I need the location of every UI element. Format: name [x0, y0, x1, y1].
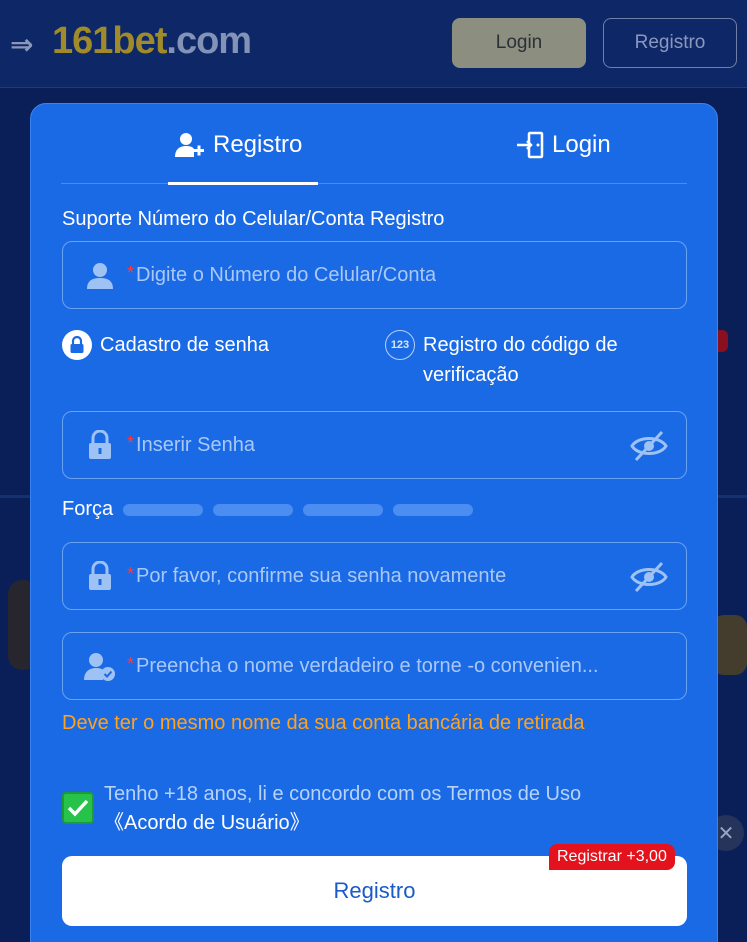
header-register-button[interactable]: Registro — [603, 18, 737, 68]
auth-tabs: Registro Login — [61, 104, 687, 185]
eye-off-icon[interactable] — [630, 560, 668, 594]
name-warning: Deve ter o mesmo nome da sua conta bancá… — [62, 712, 585, 734]
user-plus-icon — [175, 133, 204, 157]
user-icon — [83, 258, 117, 292]
terms-label: Tenho +18 anos, li e concordo com os Ter… — [104, 783, 582, 805]
required-mark: * — [127, 262, 135, 283]
terms-text: Tenho +18 anos, li e concordo com os Ter… — [104, 780, 581, 838]
section-title: Suporte Número do Celular/Conta Registro — [62, 208, 445, 230]
login-door-icon — [517, 131, 544, 159]
option-code-register[interactable]: 123 Registro do código de verificação — [385, 330, 675, 390]
menu-icon[interactable]: ⇒ — [10, 28, 33, 61]
confirm-password-input[interactable]: * Por favor, confirme sua senha novament… — [62, 542, 687, 610]
password-strength: Força — [62, 498, 483, 521]
strength-bar-segment — [393, 503, 474, 516]
option-password-register[interactable]: Cadastro de senha — [62, 330, 269, 360]
lock-icon — [83, 428, 117, 462]
account-placeholder: Digite o Número do Celular/Conta — [136, 263, 437, 286]
eye-off-icon[interactable] — [630, 429, 668, 463]
strength-bar-segment — [213, 503, 294, 516]
strength-label: Força — [62, 498, 114, 520]
password-placeholder: Inserir Senha — [136, 433, 255, 456]
password-input[interactable]: * Inserir Senha — [62, 411, 687, 479]
terms-checkbox[interactable] — [62, 792, 94, 824]
register-modal: Registro Login Suporte Número do Celular… — [30, 103, 718, 942]
active-tab-indicator — [168, 182, 318, 185]
user-agreement-link[interactable]: 《Acordo de Usuário》 — [104, 809, 581, 838]
terms-agreement: Tenho +18 anos, li e concordo com os Ter… — [62, 780, 682, 838]
check-icon — [67, 799, 89, 817]
register-bonus-badge: Registrar +3,00 — [549, 844, 675, 870]
code-123-icon: 123 — [385, 330, 415, 360]
account-input[interactable]: * Digite o Número do Celular/Conta — [62, 241, 687, 309]
strength-bar-segment — [123, 503, 204, 516]
header-login-button[interactable]: Login — [452, 18, 586, 68]
tab-registro-label: Registro — [213, 131, 303, 158]
user-check-icon — [83, 649, 117, 683]
required-mark: * — [127, 653, 135, 674]
lock-icon — [83, 559, 117, 593]
tab-login-label: Login — [552, 131, 611, 158]
real-name-input[interactable]: * Preencha o nome verdadeiro e torne -o … — [62, 632, 687, 700]
site-logo[interactable]: 161bet.com — [52, 20, 252, 63]
strength-bar-segment — [303, 503, 384, 516]
required-mark: * — [127, 432, 135, 453]
lock-circle-icon — [62, 330, 92, 360]
option-password-label: Cadastro de senha — [100, 334, 270, 356]
required-mark: * — [127, 563, 135, 584]
confirm-password-placeholder: Por favor, confirme sua senha novamente — [136, 564, 507, 587]
tab-registro[interactable]: Registro — [175, 130, 302, 160]
real-name-placeholder: Preencha o nome verdadeiro e torne -o co… — [136, 654, 599, 677]
option-code-label: Registro do código de verificação — [423, 334, 618, 386]
tab-login[interactable]: Login — [516, 130, 611, 160]
